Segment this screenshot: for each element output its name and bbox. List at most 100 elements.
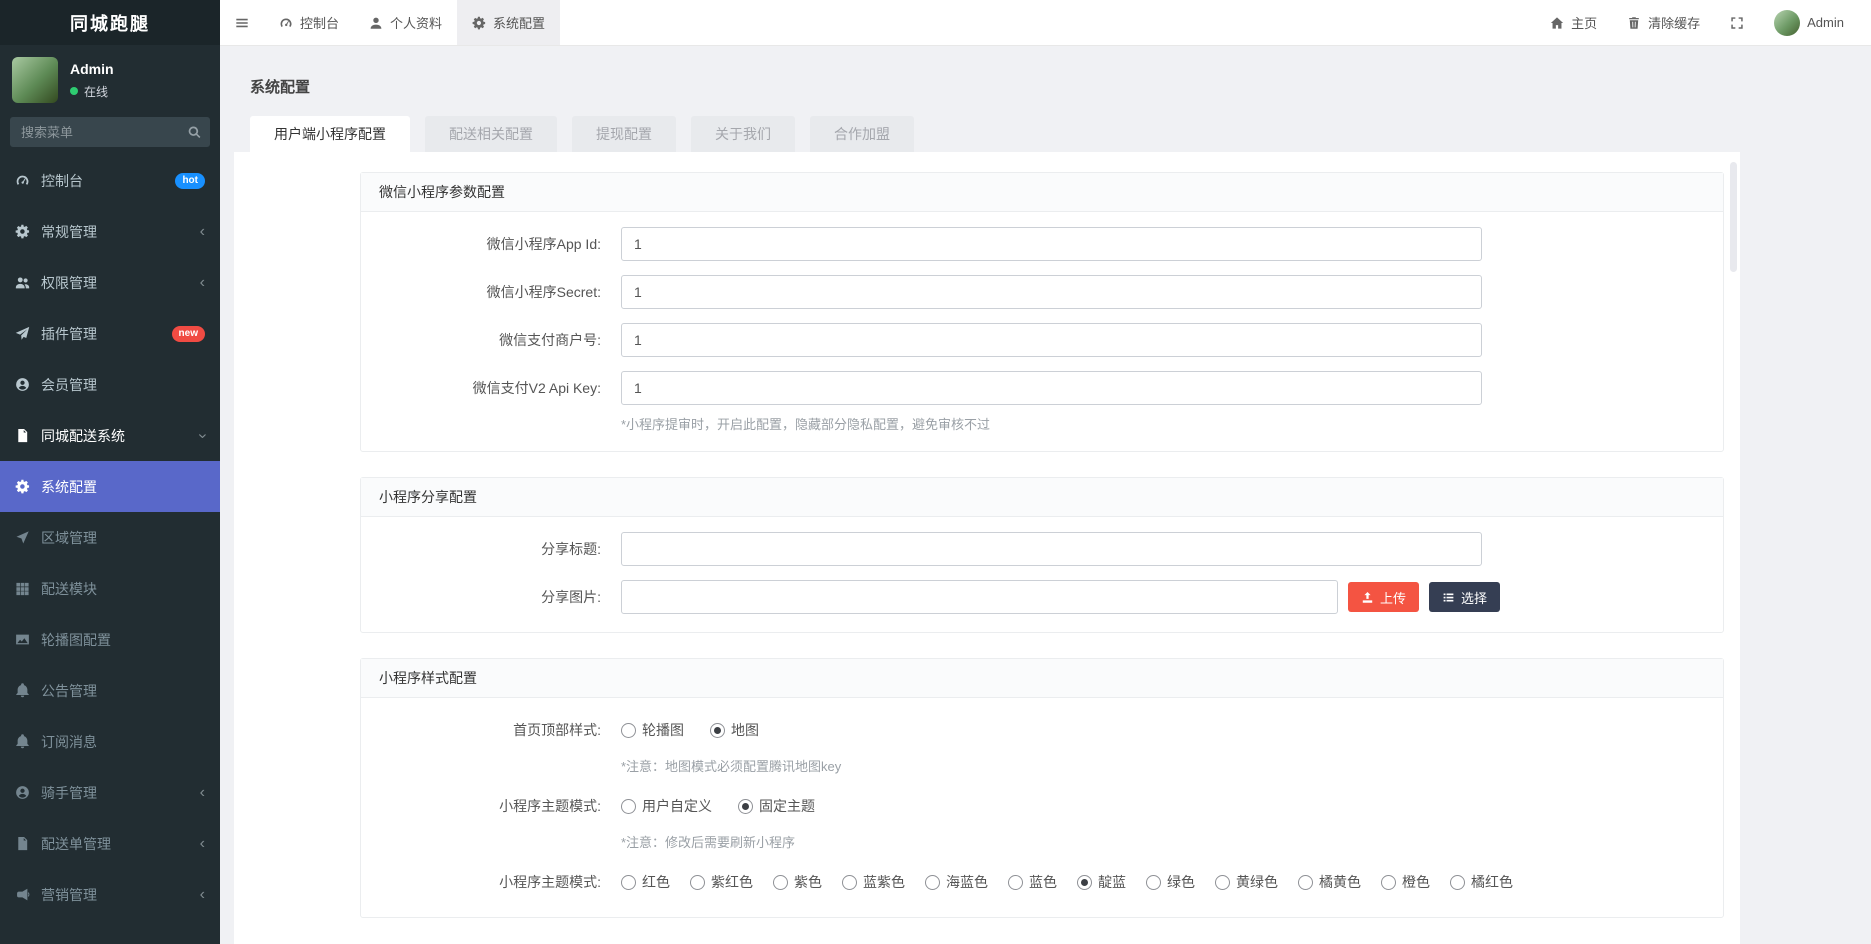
radio-label: 紫红色 <box>711 874 753 890</box>
sidebar-item-label: 配送单管理 <box>41 835 111 852</box>
radio-theme-color[interactable]: 红色 <box>621 872 670 892</box>
nav-item-fullscreen[interactable] <box>1715 0 1759 45</box>
sidebar-item-addon-mgmt[interactable]: 插件管理 new <box>0 308 220 359</box>
radio-circle <box>1215 874 1230 890</box>
user-panel: Admin 在线 <box>0 45 220 111</box>
radio-theme-color[interactable]: 紫色 <box>773 872 822 892</box>
radio-theme-color[interactable]: 橙色 <box>1381 872 1430 892</box>
sidebar-item-delivery-order-mgmt[interactable]: 配送单管理 ‹ <box>0 818 220 869</box>
field-content: 轮播图 地图 *注意：地图模式必须配置腾讯地图key <box>621 713 1723 775</box>
radio-theme-mode[interactable]: 固定主题 <box>738 796 815 816</box>
choose-button[interactable]: 选择 <box>1429 582 1501 612</box>
gauge-icon <box>15 173 30 188</box>
sidebar-item-notice-mgmt[interactable]: 公告管理 <box>0 665 220 716</box>
field-inline <box>621 227 1723 261</box>
scrollbar-thumb[interactable] <box>1730 162 1737 272</box>
secret-input[interactable] <box>621 275 1482 309</box>
nav-item-profile[interactable]: 个人资料 <box>354 0 457 45</box>
bell-icon <box>15 683 30 698</box>
radio-label: 绿色 <box>1167 874 1195 890</box>
radio-theme-color[interactable]: 蓝色 <box>1008 872 1057 892</box>
sidebar-item-banner-config[interactable]: 轮播图配置 <box>0 614 220 665</box>
online-status-dot <box>70 87 78 95</box>
field-row: 小程序主题模式: 红色 紫红色 紫色 蓝紫色 海蓝色 蓝色 靛蓝 绿色 黄绿色 橘黄色 橙色 橘红色 <box>361 865 1723 899</box>
share-image-input[interactable] <box>621 580 1338 614</box>
nav-item-home[interactable]: 主页 <box>1535 0 1612 45</box>
field-content: 红色 紫红色 紫色 蓝紫色 海蓝色 蓝色 靛蓝 绿色 黄绿色 橘黄色 橙色 橘红色 <box>621 865 1723 899</box>
sidebar-item-auth-mgmt[interactable]: 权限管理 ‹ <box>0 257 220 308</box>
nav-item-system-config[interactable]: 系统配置 <box>457 0 561 45</box>
sidebar-item-marketing-mgmt[interactable]: 营销管理 ‹ <box>0 869 220 920</box>
radio-label: 地图 <box>731 722 759 738</box>
radio-home-top-style[interactable]: 地图 <box>710 720 759 740</box>
avatar <box>1774 9 1801 36</box>
sidebar-item-dashboard[interactable]: 控制台 hot <box>0 155 220 206</box>
sidebar-item-city-delivery-system[interactable]: 同城配送系统 ‹ <box>0 410 220 461</box>
field-label: 微信小程序App Id: <box>486 236 601 252</box>
radio-theme-color[interactable]: 橘黄色 <box>1298 872 1361 892</box>
radio-label: 橘黄色 <box>1319 874 1361 890</box>
sidebar-item-label: 常规管理 <box>41 223 97 240</box>
radio-theme-color[interactable]: 蓝紫色 <box>842 872 905 892</box>
field-label: 分享标题: <box>541 541 601 557</box>
grid-icon <box>15 581 30 596</box>
field-content <box>621 227 1723 261</box>
sidebar-item-label: 订阅消息 <box>41 733 97 750</box>
section-body: 微信小程序App Id: 微信小程序Secret: 微信支付商户号: 微信支付V2 A… <box>361 212 1723 451</box>
tab-delivery-config[interactable]: 配送相关配置 <box>425 116 557 152</box>
radio-label: 靛蓝 <box>1098 874 1126 890</box>
nav-item-clear-cache[interactable]: 清除缓存 <box>1612 0 1715 45</box>
user-name: Admin <box>70 60 114 77</box>
radio-theme-mode[interactable]: 用户自定义 <box>621 796 712 816</box>
user-icon <box>369 16 383 30</box>
chevron-left-icon: ‹ <box>199 273 205 291</box>
app-logo[interactable]: 同城跑腿 <box>0 0 220 45</box>
radio-label: 红色 <box>642 874 670 890</box>
field-content: 用户自定义 固定主题 *注意：修改后需要刷新小程序 <box>621 789 1723 851</box>
trash-icon <box>1627 16 1641 30</box>
sidebar-item-area-mgmt[interactable]: 区域管理 <box>0 512 220 563</box>
v2-api-key-input[interactable] <box>621 371 1482 405</box>
field-content <box>621 532 1723 566</box>
upload-button[interactable]: 上传 <box>1348 582 1420 612</box>
page-title: 系统配置 <box>250 79 311 96</box>
tab-user-miniapp-config[interactable]: 用户端小程序配置 <box>250 116 410 152</box>
field-note: *注意：地图模式必须配置腾讯地图key <box>621 759 842 774</box>
field-row: 首页顶部样式: 轮播图 地图 *注意：地图模式必须配置腾讯地图key <box>361 713 1723 775</box>
radio-label: 轮播图 <box>642 722 684 738</box>
sidebar-item-system-config[interactable]: 系统配置 <box>0 461 220 512</box>
chevron-left-icon: ‹ <box>199 885 205 903</box>
tab-cooperation[interactable]: 合作加盟 <box>810 116 914 152</box>
sidebar-item-member-mgmt[interactable]: 会员管理 <box>0 359 220 410</box>
sidebar-item-label: 会员管理 <box>41 376 97 393</box>
radio-label: 黄绿色 <box>1236 874 1278 890</box>
share-title-input[interactable] <box>621 532 1482 566</box>
sidebar-item-label: 公告管理 <box>41 682 97 699</box>
nav-item-console[interactable]: 控制台 <box>264 0 354 45</box>
radio-theme-color[interactable]: 黄绿色 <box>1215 872 1278 892</box>
radio-theme-color[interactable]: 橘红色 <box>1450 872 1513 892</box>
mch-id-input[interactable] <box>621 323 1482 357</box>
radio-theme-color[interactable]: 靛蓝 <box>1077 872 1126 892</box>
sidebar-item-subscribe-message[interactable]: 订阅消息 <box>0 716 220 767</box>
sidebar-item-rider-mgmt[interactable]: 骑手管理 ‹ <box>0 767 220 818</box>
app-id-input[interactable] <box>621 227 1482 261</box>
sidebar-item-general-mgmt[interactable]: 常规管理 ‹ <box>0 206 220 257</box>
nav-item-sidebar-toggle[interactable] <box>220 0 264 45</box>
search-icon <box>187 125 202 140</box>
tab-withdraw-config[interactable]: 提现配置 <box>572 116 676 152</box>
radio-home-top-style[interactable]: 轮播图 <box>621 720 684 740</box>
radio-label: 用户自定义 <box>642 798 712 814</box>
tab-about-us[interactable]: 关于我们 <box>691 116 795 152</box>
nav-item-user[interactable]: Admin <box>1759 0 1859 45</box>
sidebar-item-delivery-module[interactable]: 配送模块 <box>0 563 220 614</box>
radio-theme-color[interactable]: 绿色 <box>1146 872 1195 892</box>
user-circle-icon <box>15 785 30 800</box>
menu-search-input[interactable] <box>10 117 210 147</box>
radio-circle <box>1146 874 1161 890</box>
radio-theme-color[interactable]: 海蓝色 <box>925 872 988 892</box>
field-label: 微信支付V2 Api Key: <box>472 380 601 396</box>
radio-theme-color[interactable]: 紫红色 <box>690 872 753 892</box>
content-panel: 微信小程序参数配置微信小程序App Id: 微信小程序Secret: 微信支付商户号… <box>234 152 1740 944</box>
bell-icon <box>15 734 30 749</box>
